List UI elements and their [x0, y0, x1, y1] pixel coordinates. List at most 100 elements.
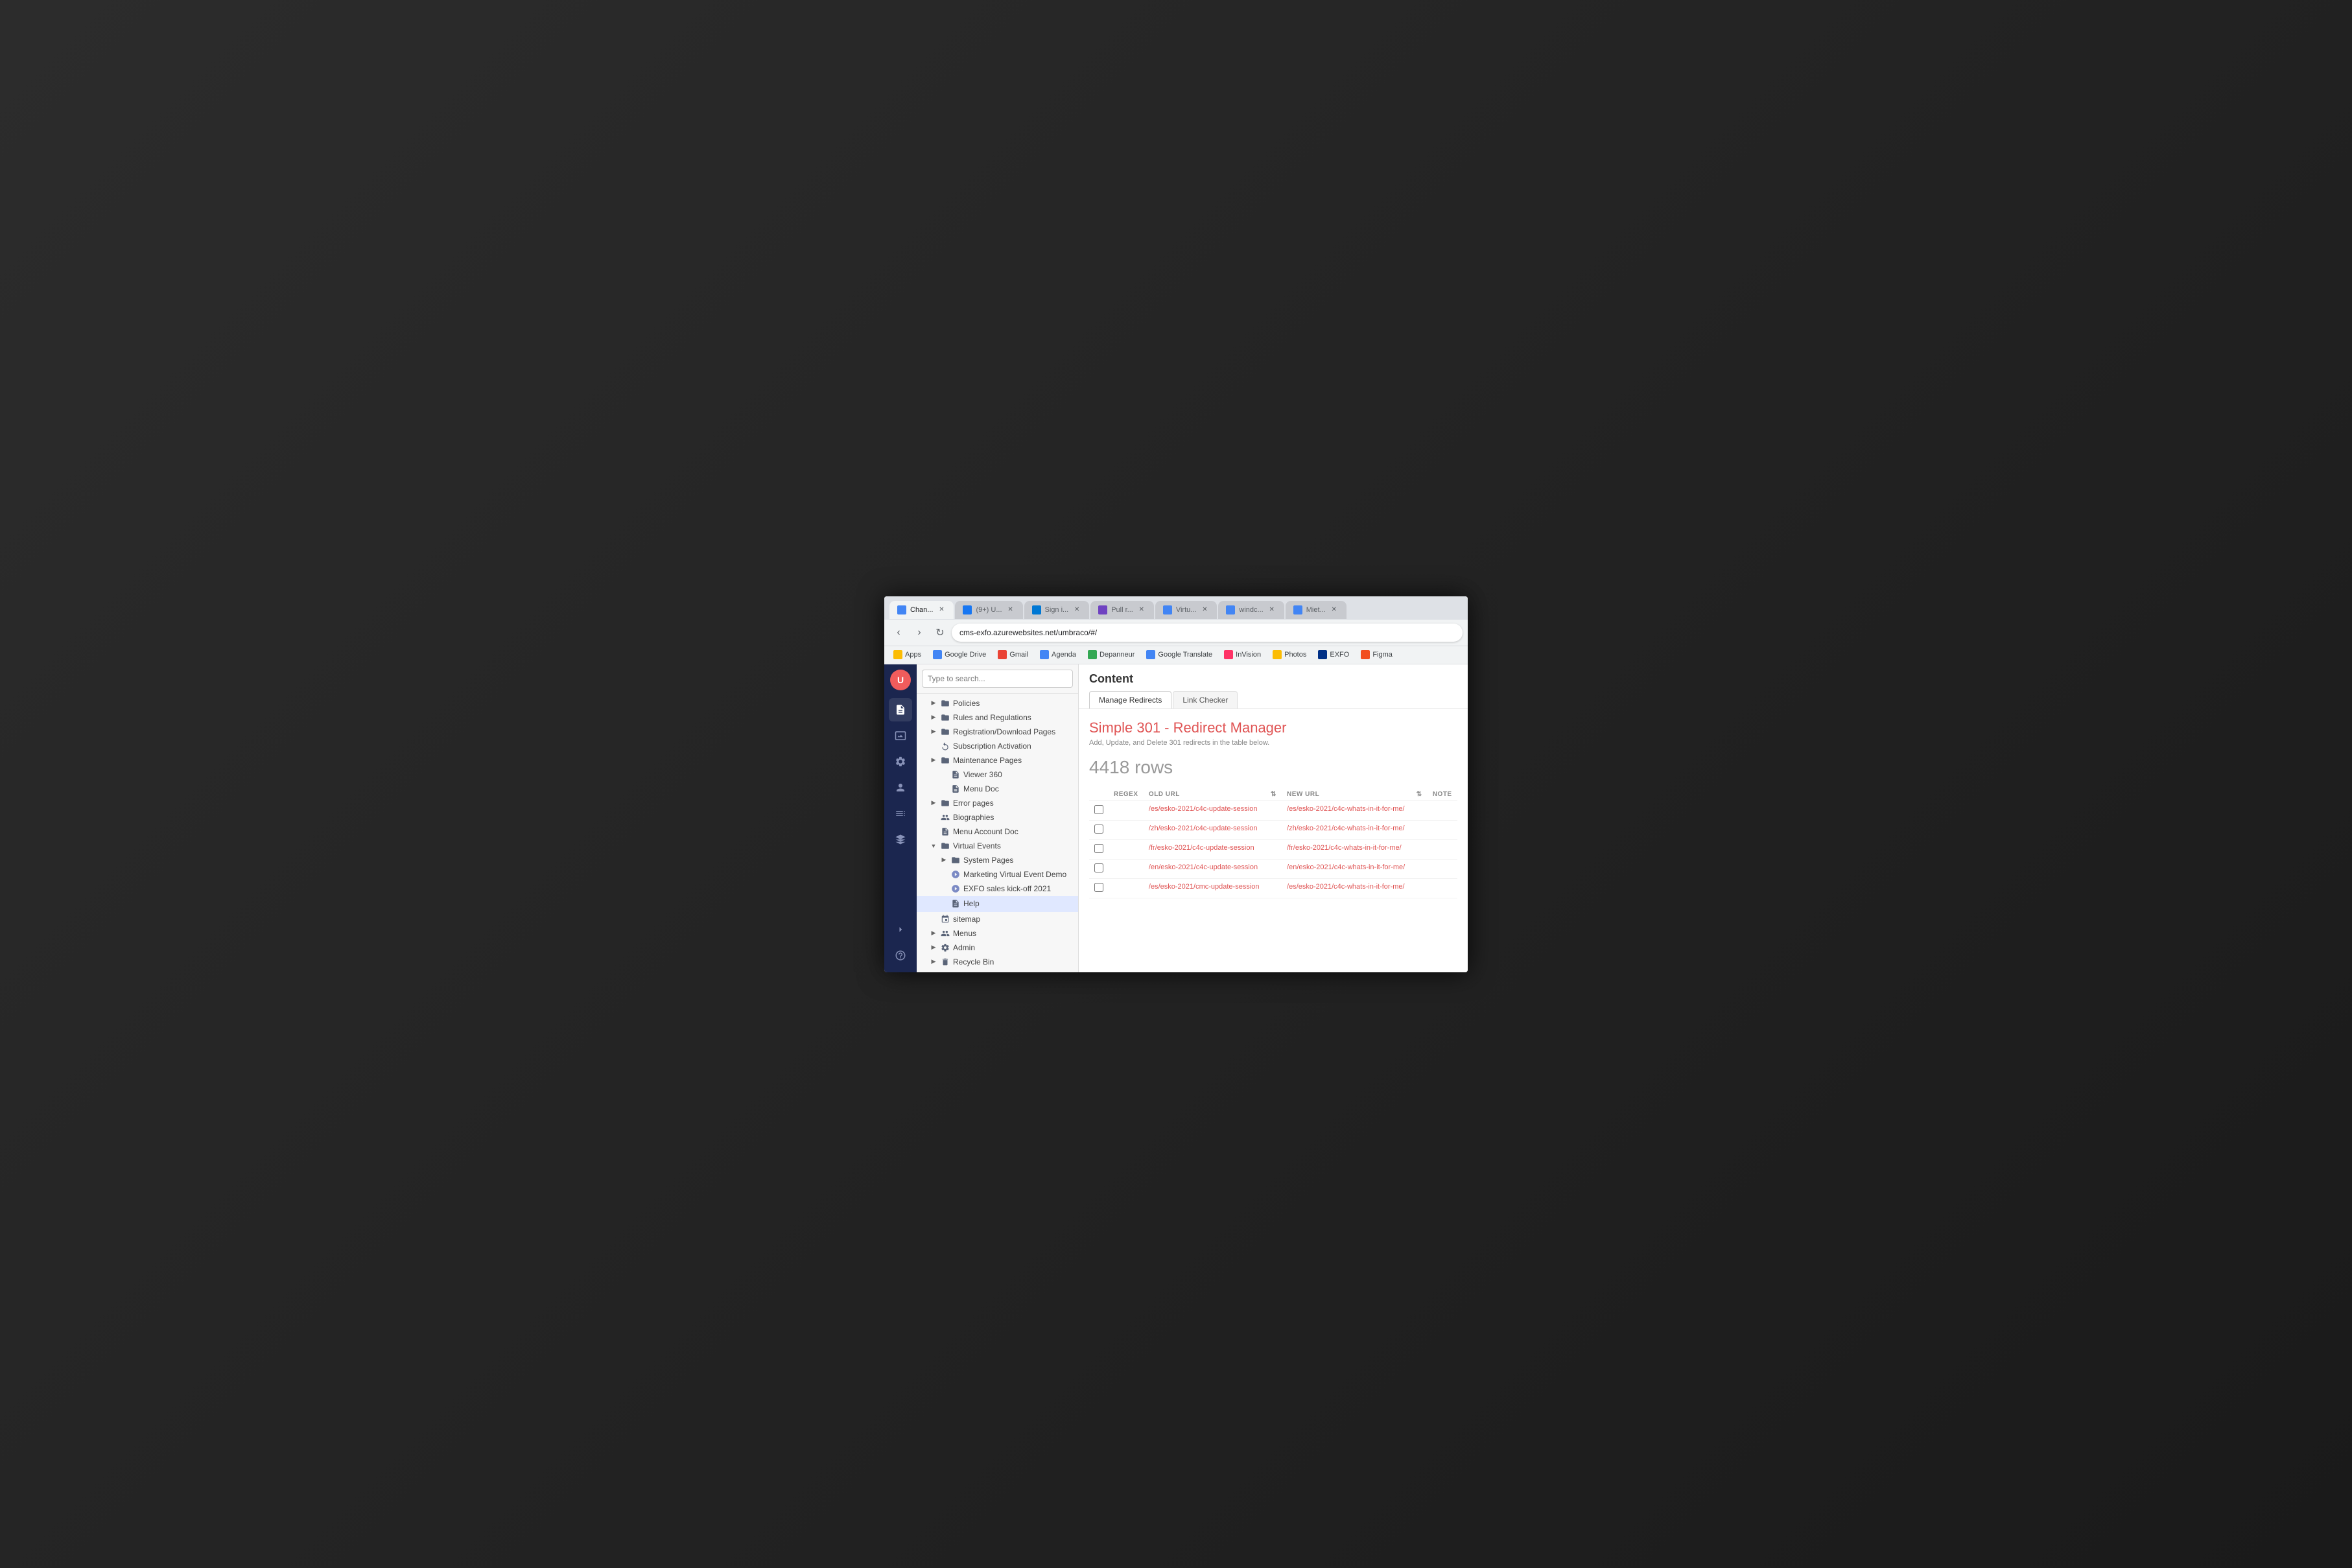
- bookmark-apps[interactable]: Apps: [889, 649, 925, 661]
- tree-toggle[interactable]: ▶: [930, 930, 937, 937]
- tree-toggle[interactable]: ▶: [930, 728, 937, 736]
- address-bar-row: ‹ › ↻: [884, 620, 1468, 646]
- row-checkbox-cell[interactable]: [1089, 839, 1109, 859]
- tree-item-viewer360[interactable]: Viewer 360: [917, 767, 1078, 782]
- tab-manage-redirects[interactable]: Manage Redirects: [1089, 691, 1171, 708]
- bookmark-figma[interactable]: Figma: [1357, 649, 1396, 661]
- tree-item-admin[interactable]: ▶ Admin: [917, 941, 1078, 955]
- tab-close-btn[interactable]: ✕: [937, 605, 946, 614]
- row-sort-cell-2: [1411, 859, 1428, 878]
- tree-item-menuaccountdoc[interactable]: Menu Account Doc: [917, 825, 1078, 839]
- tree-item-menus[interactable]: ▶ Menus: [917, 926, 1078, 941]
- refresh-button[interactable]: ↻: [931, 624, 949, 642]
- tree-item-virtualevents[interactable]: ▼ Virtual Events: [917, 839, 1078, 853]
- row-checkbox[interactable]: [1094, 863, 1103, 872]
- col-sort-1[interactable]: ⇅: [1265, 788, 1282, 801]
- row-checkbox-cell[interactable]: [1089, 801, 1109, 820]
- tree-toggle[interactable]: ▶: [940, 856, 948, 864]
- forward-button[interactable]: ›: [910, 624, 928, 642]
- tab-close-btn[interactable]: ✕: [1137, 605, 1146, 614]
- row-sort-cell: [1265, 801, 1282, 820]
- tree-toggle[interactable]: ▶: [930, 714, 937, 721]
- tab-2[interactable]: Sign i... ✕: [1024, 601, 1090, 619]
- tree-toggle[interactable]: ▶: [930, 699, 937, 707]
- redirect-table: REGEX OLD URL ⇅ NEW URL ⇅ NOTE: [1089, 788, 1457, 898]
- tree-toggle[interactable]: ▶: [930, 799, 937, 807]
- tree-item-subscription[interactable]: Subscription Activation: [917, 739, 1078, 753]
- sidebar-settings-icon[interactable]: [889, 750, 912, 773]
- row-checkbox[interactable]: [1094, 844, 1103, 853]
- row-checkbox-cell[interactable]: [1089, 820, 1109, 839]
- tree-item-recyclebin[interactable]: ▶ Recycle Bin: [917, 955, 1078, 969]
- row-old-url: /es/esko-2021/cmc-update-session: [1144, 878, 1265, 898]
- sidebar-arrow-icon[interactable]: [889, 918, 912, 941]
- tree-item-label: Menus: [953, 929, 1073, 938]
- tab-5[interactable]: windc... ✕: [1218, 601, 1284, 619]
- table-row: /es/esko-2021/c4c-update-session /es/esk…: [1089, 801, 1457, 820]
- tree-toggle[interactable]: ▼: [930, 842, 937, 850]
- tree-item-errorpages[interactable]: ▶ Error pages: [917, 796, 1078, 810]
- tree-item-help[interactable]: Help ⋯: [917, 896, 1078, 912]
- tree-toggle[interactable]: ▶: [930, 958, 937, 966]
- sidebar-forms-icon[interactable]: [889, 802, 912, 825]
- sidebar-content-icon[interactable]: [889, 698, 912, 721]
- tree-item-label: Subscription Activation: [953, 742, 1073, 751]
- tree-item-systempages[interactable]: ▶ System Pages: [917, 853, 1078, 867]
- tab-close-btn[interactable]: ✕: [1330, 605, 1339, 614]
- address-input[interactable]: [952, 624, 1463, 642]
- tab-6[interactable]: Miet... ✕: [1286, 601, 1347, 619]
- tab-close-btn[interactable]: ✕: [1072, 605, 1081, 614]
- row-checkbox[interactable]: [1094, 883, 1103, 892]
- back-button[interactable]: ‹: [889, 624, 908, 642]
- bookmark-depanneur[interactable]: Depanneur: [1084, 649, 1138, 661]
- sidebar-help-icon[interactable]: [889, 944, 912, 967]
- tab-close-btn[interactable]: ✕: [1267, 605, 1276, 614]
- tree-item-rules[interactable]: ▶ Rules and Regulations: [917, 710, 1078, 725]
- sidebar-deploy-icon[interactable]: [889, 828, 912, 851]
- tree-item-exfosales[interactable]: EXFO sales kick-off 2021: [917, 882, 1078, 896]
- bookmark-depanneur-label: Depanneur: [1100, 651, 1135, 659]
- tab-1[interactable]: (9+) U... ✕: [955, 601, 1022, 619]
- bookmark-google-translate[interactable]: Google Translate: [1142, 649, 1216, 661]
- tree-item-label: System Pages: [963, 856, 1073, 865]
- tab-close-btn[interactable]: ✕: [1006, 605, 1015, 614]
- bookmark-invision[interactable]: InVision: [1220, 649, 1265, 661]
- bookmark-google-drive-label: Google Drive: [945, 651, 986, 659]
- tree-item-maintenance[interactable]: ▶ Maintenance Pages: [917, 753, 1078, 767]
- tree-item-sitemap[interactable]: sitemap: [917, 912, 1078, 926]
- bookmark-exfo[interactable]: EXFO: [1314, 649, 1353, 661]
- tab-3[interactable]: Pull r... ✕: [1090, 601, 1154, 619]
- tab-4[interactable]: Virtu... ✕: [1155, 601, 1217, 619]
- virtual-icon: [950, 884, 961, 893]
- tab-label: Chan...: [910, 606, 933, 614]
- bookmark-gmail[interactable]: Gmail: [994, 649, 1032, 661]
- tree-toggle[interactable]: ▶: [930, 756, 937, 764]
- tree-item-menudoc[interactable]: Menu Doc: [917, 782, 1078, 796]
- row-regex-cell: [1109, 839, 1144, 859]
- row-checkbox[interactable]: [1094, 805, 1103, 814]
- tree-item-registration[interactable]: ▶ Registration/Download Pages: [917, 725, 1078, 739]
- bookmark-agenda[interactable]: Agenda: [1036, 649, 1080, 661]
- sidebar-users-icon[interactable]: [889, 776, 912, 799]
- tab-close-btn[interactable]: ✕: [1200, 605, 1209, 614]
- umbraco-logo[interactable]: U: [890, 670, 911, 690]
- row-checkbox[interactable]: [1094, 825, 1103, 834]
- row-checkbox-cell[interactable]: [1089, 859, 1109, 878]
- col-sort-2[interactable]: ⇅: [1411, 788, 1428, 801]
- sidebar-media-icon[interactable]: [889, 724, 912, 747]
- row-checkbox-cell[interactable]: [1089, 878, 1109, 898]
- bookmark-figma-label: Figma: [1372, 651, 1393, 659]
- tree-toggle[interactable]: ▶: [930, 944, 937, 952]
- row-new-url: /fr/esko-2021/c4c-whats-in-it-for-me/: [1282, 839, 1411, 859]
- tree-item-marketingvirtual[interactable]: Marketing Virtual Event Demo: [917, 867, 1078, 882]
- row-sort-cell-2: [1411, 878, 1428, 898]
- tab-active[interactable]: Chan... ✕: [889, 601, 954, 619]
- tree-item-label: Menu Doc: [963, 784, 1073, 793]
- tab-link-checker[interactable]: Link Checker: [1173, 691, 1238, 708]
- bookmark-google-drive[interactable]: Google Drive: [929, 649, 990, 661]
- tree-item-policies[interactable]: ▶ Policies: [917, 696, 1078, 710]
- bookmark-photos[interactable]: Photos: [1269, 649, 1310, 661]
- tree-item-biographies[interactable]: Biographies: [917, 810, 1078, 825]
- tree-search-input[interactable]: [922, 670, 1073, 688]
- page-icon: [950, 899, 961, 908]
